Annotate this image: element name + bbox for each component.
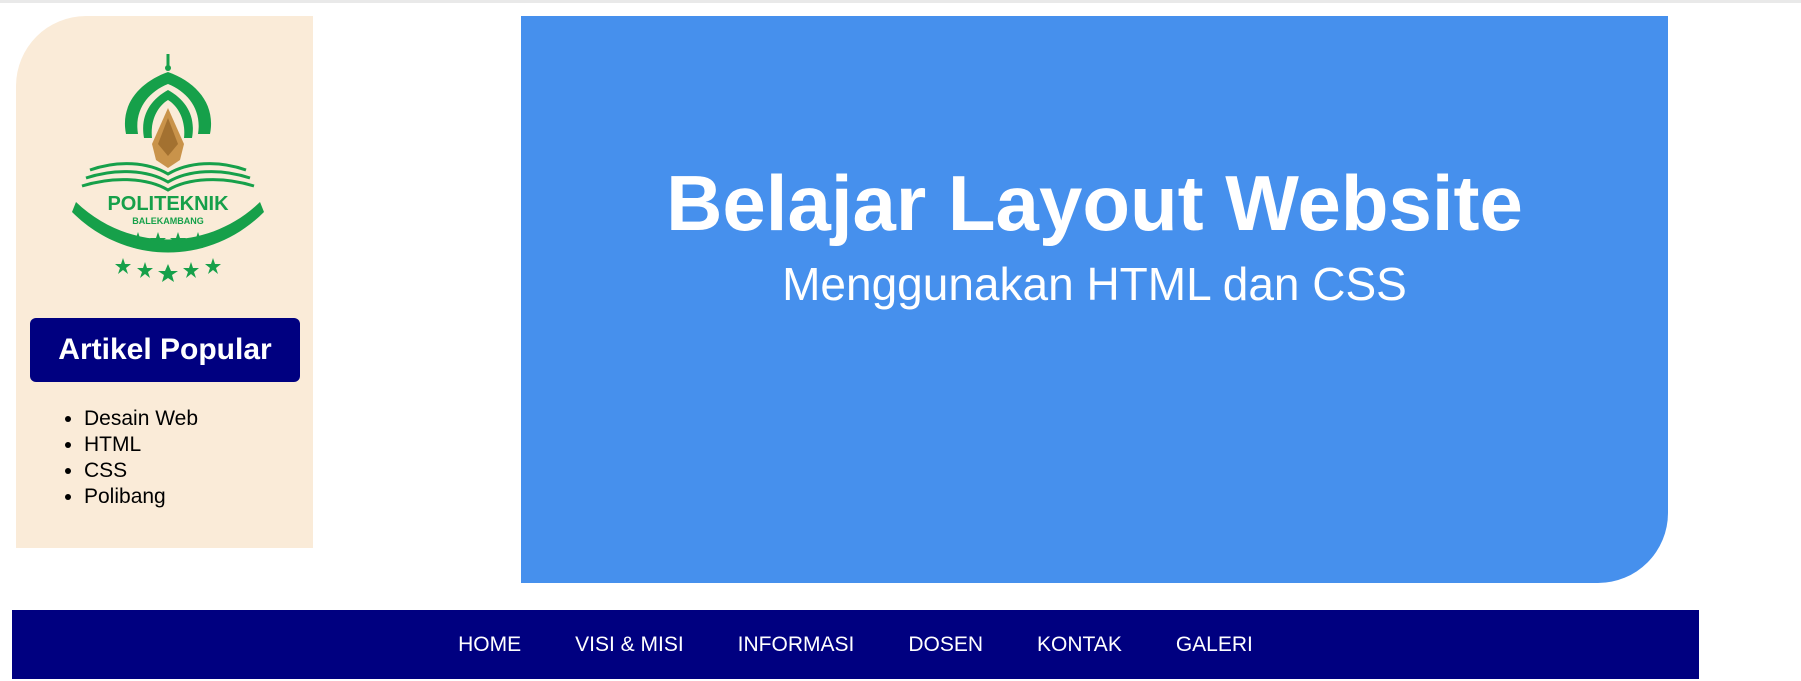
hero-banner: Belajar Layout Website Menggunakan HTML … [521, 16, 1668, 583]
hero-title: Belajar Layout Website [666, 159, 1523, 247]
hero-subtitle: Menggunakan HTML dan CSS [782, 258, 1407, 310]
list-item-polibang[interactable]: Polibang [84, 484, 198, 510]
sidebar-heading: Artikel Popular [30, 318, 300, 382]
list-item-html[interactable]: HTML [84, 432, 198, 458]
top-border [0, 0, 1801, 3]
logo-text-line2: BALEKAMBANG [132, 216, 204, 226]
nav-item-visi-misi[interactable]: VISI & MISI [548, 633, 711, 657]
nav-item-kontak[interactable]: KONTAK [1010, 633, 1149, 657]
sidebar: POLITEKNIK BALEKAMBANG Artikel Popular D… [16, 16, 313, 548]
politeknik-logo: POLITEKNIK BALEKAMBANG [68, 52, 268, 282]
nav-item-informasi[interactable]: INFORMASI [711, 633, 882, 657]
main-navigation: HOME VISI & MISI INFORMASI DOSEN KONTAK … [12, 610, 1699, 679]
nav-list: HOME VISI & MISI INFORMASI DOSEN KONTAK … [12, 610, 1699, 679]
nav-item-galeri[interactable]: GALERI [1149, 633, 1280, 657]
nav-item-home[interactable]: HOME [431, 633, 548, 657]
list-item-css[interactable]: CSS [84, 458, 198, 484]
nav-item-dosen[interactable]: DOSEN [881, 633, 1010, 657]
logo-text-line1: POLITEKNIK [107, 193, 229, 215]
list-item-desain-web[interactable]: Desain Web [84, 406, 198, 432]
popular-articles-list: Desain Web HTML CSS Polibang [16, 406, 198, 510]
